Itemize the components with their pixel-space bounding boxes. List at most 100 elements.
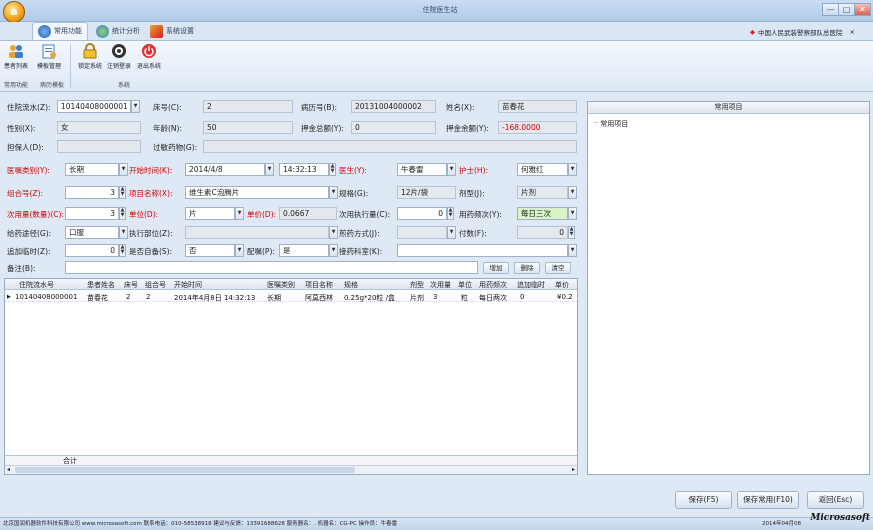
- tree-item-common[interactable]: ┄ 常用项目: [594, 119, 628, 129]
- doctor-dropdown[interactable]: ▼: [447, 163, 456, 176]
- start-date-dropdown[interactable]: ▼: [265, 163, 274, 176]
- dispense-dropdown[interactable]: ▼: [329, 244, 338, 257]
- cell-start-time[interactable]: 2014年4月8日 14:32:13: [174, 293, 255, 303]
- template-manage-button[interactable]: 模板管理: [36, 43, 62, 70]
- col-add-time[interactable]: 追加临时: [517, 280, 545, 290]
- back-button[interactable]: 返回(Esc): [807, 491, 864, 509]
- cell-order-type[interactable]: 长期: [267, 293, 281, 303]
- exec-dept-dropdown[interactable]: ▼: [329, 226, 338, 239]
- exit-system-label: 退出系统: [136, 63, 161, 70]
- col-item-name[interactable]: 项目名称: [305, 280, 333, 290]
- maximize-button[interactable]: ▢: [838, 3, 855, 16]
- unit-select[interactable]: 片: [185, 207, 235, 220]
- tab-settings[interactable]: 系统设置: [145, 22, 199, 40]
- form-type-field: 片剂: [517, 186, 568, 199]
- doctor-select[interactable]: 牛春雷: [397, 163, 447, 176]
- tab-statistics[interactable]: 统计分析: [91, 22, 145, 40]
- logout-button[interactable]: 注销登录: [106, 43, 132, 70]
- item-name-field[interactable]: 维生素C泡腾片: [185, 186, 329, 199]
- group-no-field[interactable]: 3: [65, 186, 119, 199]
- cell-item-name[interactable]: 阿莫西林: [305, 293, 333, 303]
- orders-grid: 住院流水号 患者姓名 床号 组合号 开始时间 医嘱类别 项目名称 规格 剂型 次…: [4, 278, 578, 475]
- item-name-dropdown[interactable]: ▼: [329, 186, 338, 199]
- scroll-right-icon[interactable]: ▸: [572, 466, 575, 473]
- add-time-spinner[interactable]: ▲ ▼: [119, 244, 126, 257]
- route-dropdown[interactable]: ▼: [119, 226, 128, 239]
- dose-label: 次用量(数量)(C):: [7, 210, 64, 219]
- cell-patient-name[interactable]: 苗春花: [87, 293, 108, 303]
- record-no-field: 20131004000002: [351, 100, 436, 113]
- decoct-dropdown[interactable]: ▼: [447, 226, 456, 239]
- col-unit[interactable]: 单位: [458, 280, 472, 290]
- start-date-field[interactable]: 2014/4/8: [185, 163, 265, 176]
- add-time-field[interactable]: 0: [65, 244, 119, 257]
- exec-amount-spinner[interactable]: ▲ ▼: [447, 207, 454, 220]
- inpatient-no-dropdown[interactable]: ▼: [131, 100, 140, 113]
- cell-frequency[interactable]: 每日两次: [479, 293, 507, 303]
- horizontal-scrollbar[interactable]: ◂ ▸: [5, 465, 577, 474]
- exit-system-button[interactable]: 退出系统: [136, 43, 162, 70]
- cell-form-type[interactable]: 片剂: [410, 293, 424, 303]
- tab-common[interactable]: 常用功能: [32, 22, 88, 40]
- frequency-dropdown[interactable]: ▼: [568, 207, 577, 220]
- col-patient-name[interactable]: 患者姓名: [87, 280, 115, 290]
- template-manage-label: 模板管理: [36, 63, 61, 70]
- inpatient-no-field[interactable]: 10140408000001: [57, 100, 131, 113]
- remark-field[interactable]: [65, 261, 478, 274]
- save-common-button[interactable]: 保存常用(F10): [737, 491, 799, 509]
- start-time-spinner[interactable]: ▲ ▼: [329, 163, 336, 176]
- col-frequency[interactable]: 用药频次: [479, 280, 507, 290]
- col-price[interactable]: 单价: [555, 280, 569, 290]
- app-menu-button[interactable]: a: [3, 1, 25, 23]
- dept-dropdown[interactable]: ▼: [568, 244, 577, 257]
- exec-amount-field[interactable]: 0: [397, 207, 447, 220]
- cell-spec[interactable]: 0.25g*20粒 /盒: [344, 293, 395, 303]
- minimize-button[interactable]: —: [822, 3, 839, 16]
- clear-form-button[interactable]: 清空: [545, 262, 571, 274]
- scroll-left-icon[interactable]: ◂: [7, 466, 10, 473]
- col-order-type[interactable]: 医嘱类别: [267, 280, 295, 290]
- col-start-time[interactable]: 开始时间: [174, 280, 202, 290]
- col-group-no[interactable]: 组合号: [145, 280, 166, 290]
- doses-spinner[interactable]: ▲ ▼: [568, 226, 575, 239]
- dose-field[interactable]: 3: [65, 207, 119, 220]
- nurse-select[interactable]: 何雅红: [517, 163, 568, 176]
- route-select[interactable]: 口服: [65, 226, 119, 239]
- dispense-select[interactable]: 是: [279, 244, 329, 257]
- group-no-spinner[interactable]: ▲ ▼: [119, 186, 126, 199]
- col-dose[interactable]: 次用量: [430, 280, 451, 290]
- order-type-select[interactable]: 长期: [65, 163, 119, 176]
- patient-list-button[interactable]: 患者列表: [3, 43, 29, 70]
- delete-item-button[interactable]: 删除: [514, 262, 540, 274]
- col-bed[interactable]: 床号: [124, 280, 138, 290]
- allergy-label: 过敏药物(G):: [153, 143, 198, 152]
- org-close-icon[interactable]: ×: [850, 28, 855, 36]
- close-button[interactable]: ✕: [854, 3, 871, 16]
- lock-system-button[interactable]: 锁定系统: [77, 43, 103, 70]
- self-prepared-dropdown[interactable]: ▼: [235, 244, 244, 257]
- start-time-field[interactable]: 14:32:13: [279, 163, 329, 176]
- self-prepared-select[interactable]: 否: [185, 244, 235, 257]
- age-label: 年龄(N):: [153, 124, 182, 133]
- cell-group-no[interactable]: 2: [146, 293, 150, 301]
- frequency-select[interactable]: 每日三次: [517, 207, 568, 220]
- cell-bed[interactable]: 2: [126, 293, 130, 301]
- form-type-dropdown[interactable]: ▼: [568, 186, 577, 199]
- dose-spinner[interactable]: ▲ ▼: [119, 207, 126, 220]
- nurse-dropdown[interactable]: ▼: [568, 163, 577, 176]
- cell-add-time[interactable]: 0: [520, 293, 524, 301]
- col-form-type[interactable]: 剂型: [410, 280, 424, 290]
- add-item-button[interactable]: 增加: [483, 262, 509, 274]
- cell-price[interactable]: ¥0.2: [557, 293, 573, 301]
- scroll-thumb[interactable]: [15, 467, 355, 473]
- col-spec[interactable]: 规格: [344, 280, 358, 290]
- dept-select[interactable]: [397, 244, 568, 257]
- save-button[interactable]: 保存(F5): [675, 491, 732, 509]
- cell-dose[interactable]: 3: [433, 293, 437, 301]
- unit-dropdown[interactable]: ▼: [235, 207, 244, 220]
- order-type-dropdown[interactable]: ▼: [119, 163, 128, 176]
- spec-label: 规格(G):: [339, 189, 369, 198]
- cell-unit[interactable]: 粒: [461, 293, 468, 303]
- col-inpatient-no[interactable]: 住院流水号: [19, 280, 54, 290]
- cell-inpatient-no[interactable]: 10140408000001: [15, 293, 77, 301]
